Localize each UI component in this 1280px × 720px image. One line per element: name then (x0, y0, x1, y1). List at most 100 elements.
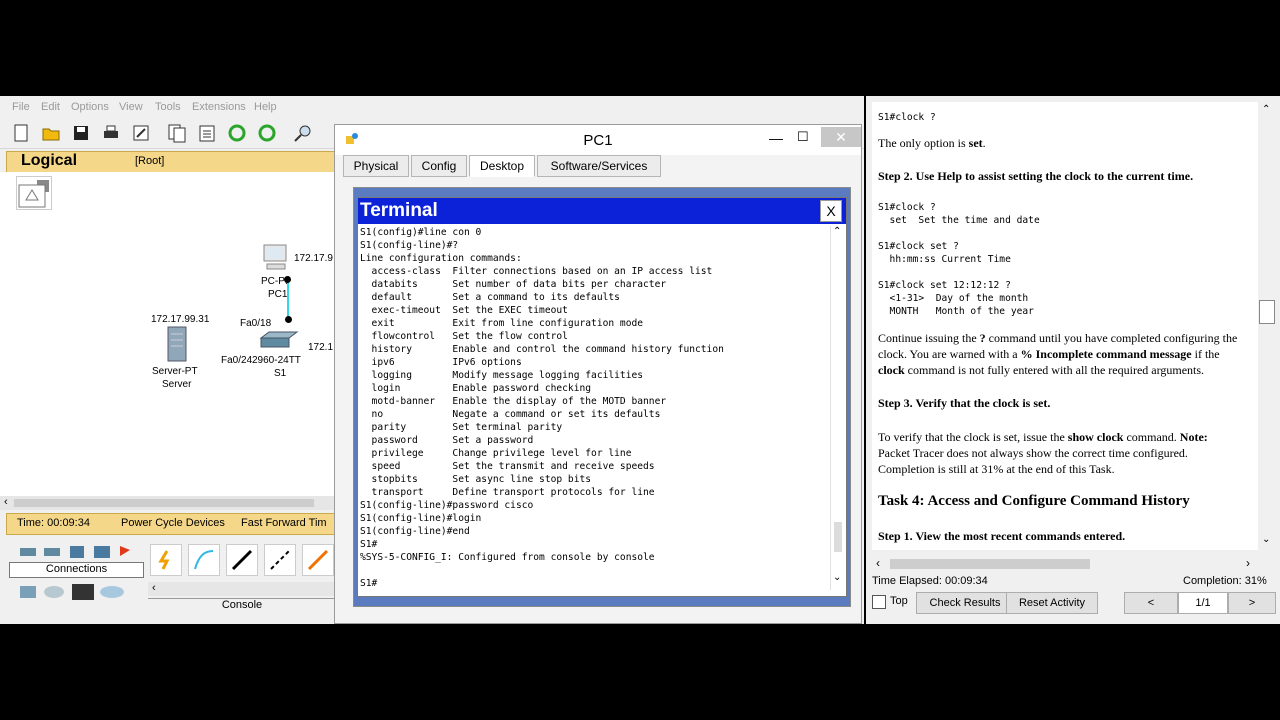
instructions-document: S1#clock ? The only option is set. Step … (872, 102, 1258, 550)
close-window-icon[interactable]: ✕ (821, 127, 861, 147)
terminal-output[interactable]: S1(config)#line con 0 S1(config-line)#? … (360, 226, 828, 590)
logical-bar: Logical [Root] (6, 151, 338, 173)
menu-bar: File Edit Options View Tools Extensions … (0, 96, 864, 118)
scrollbar-thumb[interactable] (14, 499, 314, 507)
auto-connection-icon[interactable] (150, 544, 182, 576)
link-endpoint-switch (285, 316, 292, 323)
print-icon[interactable] (100, 122, 122, 144)
previous-page-button[interactable]: < (1124, 592, 1178, 614)
step3-heading: Step 3. Verify that the clock is set. (878, 396, 1051, 410)
text-part: command is not fully entered with all th… (904, 363, 1205, 377)
scrollbar-thumb[interactable] (1259, 300, 1275, 324)
server-type-label: Server-PT (152, 366, 198, 377)
scroll-down-arrow-icon[interactable]: ⌄ (1262, 534, 1270, 545)
instructions-vertical-scrollbar[interactable]: ⌃ ⌄ (1258, 102, 1275, 550)
logical-view-label[interactable]: Logical (21, 152, 77, 170)
scroll-down-arrow-icon[interactable]: ⌄ (833, 572, 841, 583)
crossover-cable-icon[interactable] (264, 544, 296, 576)
terminal-vertical-scrollbar[interactable]: ⌃ ⌄ (830, 226, 845, 590)
logical-workspace[interactable]: 172.17.9 PC-Pt PC1 Fa0/18 172.17.99.31 S… (0, 172, 334, 496)
connections-scrollbar[interactable]: ‹ (148, 582, 336, 596)
cmd-line: S1#clock set ? (878, 241, 959, 252)
fiber-cable-icon[interactable] (302, 544, 334, 576)
scroll-left-arrow-icon[interactable]: ‹ (152, 582, 156, 594)
scrollbar-thumb[interactable] (890, 559, 1090, 569)
time-elapsed: Time Elapsed: 00:09:34 (872, 575, 988, 587)
server-name-label: Server (162, 379, 192, 390)
cmd-line: <1-31> Day of the month (878, 293, 1029, 304)
text-part: Continue issuing the (878, 331, 980, 345)
menu-edit[interactable]: Edit (41, 101, 60, 113)
instruction-text: Packet Tracer does not always show the c… (878, 446, 1188, 460)
paste-icon[interactable] (196, 122, 218, 144)
text-part-bold: set (968, 136, 983, 150)
copy-icon[interactable] (166, 122, 188, 144)
workspace-horizontal-scrollbar[interactable]: ‹ (0, 496, 334, 510)
text-part: command. (1123, 430, 1180, 444)
maximize-icon[interactable]: ☐ (797, 129, 809, 145)
fast-forward-time-button[interactable]: Fast Forward Tim (241, 517, 327, 529)
power-cycle-devices-button[interactable]: Power Cycle Devices (121, 517, 225, 529)
check-results-button[interactable]: Check Results (916, 592, 1014, 614)
pc1-title-bar[interactable]: PC1 — ☐ ✕ (335, 125, 861, 155)
link-endpoint-pc (284, 276, 291, 283)
scroll-up-arrow-icon[interactable]: ⌃ (833, 226, 841, 237)
device-category-icons (16, 542, 136, 560)
straight-through-cable-icon[interactable] (226, 544, 258, 576)
menu-options[interactable]: Options (71, 101, 109, 113)
instruction-text: clock command is not fully entered with … (878, 363, 1204, 378)
open-folder-icon[interactable] (40, 122, 62, 144)
text-part: To verify that the clock is set, issue t… (878, 430, 1068, 444)
root-label: [Root] (135, 155, 165, 167)
terminal-title-bar[interactable]: Terminal X (358, 198, 846, 224)
menu-help[interactable]: Help (254, 101, 277, 113)
minimize-icon[interactable]: — (769, 130, 783, 146)
reset-activity-button[interactable]: Reset Activity (1006, 592, 1098, 614)
tab-config[interactable]: Config (411, 155, 467, 177)
connections-label: Connections (9, 562, 144, 578)
pc-ip-label: 172.17.9 (294, 253, 333, 264)
scroll-left-arrow-icon[interactable]: ‹ (4, 496, 8, 508)
pc-icon[interactable] (262, 244, 290, 272)
scroll-left-arrow-icon[interactable]: ‹ (876, 556, 880, 570)
top-label: Top (890, 595, 908, 607)
switch-icon[interactable] (259, 330, 299, 350)
undo-icon[interactable] (226, 122, 248, 144)
tab-software-services[interactable]: Software/Services (537, 155, 661, 177)
status-row: Time Elapsed: 00:09:34 Completion: 31% (872, 574, 1274, 590)
instruction-text: To verify that the clock is set, issue t… (878, 430, 1208, 445)
new-file-icon[interactable] (10, 122, 32, 144)
save-icon[interactable] (70, 122, 92, 144)
menu-file[interactable]: File (12, 101, 30, 113)
scroll-right-arrow-icon[interactable]: › (1246, 556, 1250, 570)
scroll-up-arrow-icon[interactable]: ⌃ (1262, 104, 1270, 115)
text-part-bold: show clock (1067, 430, 1124, 444)
instructions-horizontal-scrollbar[interactable]: ‹ › (872, 556, 1258, 572)
end-device-icons (16, 582, 136, 602)
switch-ip-label: 172.1 (308, 342, 334, 353)
console-cable-icon[interactable] (188, 544, 220, 576)
scrollbar-thumb[interactable] (834, 522, 842, 552)
cmd-line: set Set the time and date (878, 215, 1040, 226)
tab-physical[interactable]: Physical (343, 155, 409, 177)
realtime-bar: Time: 00:09:34 Power Cycle Devices Fast … (6, 513, 338, 535)
instruction-text: The only option is set. (878, 136, 986, 151)
menu-tools[interactable]: Tools (155, 101, 181, 113)
redo-icon[interactable] (256, 122, 278, 144)
menu-extensions[interactable]: Extensions (192, 101, 246, 113)
tab-desktop[interactable]: Desktop (469, 155, 535, 177)
terminal-close-button[interactable]: X (820, 200, 842, 222)
time-display: Time: 00:09:34 (17, 517, 90, 529)
activity-wizard-icon[interactable] (130, 122, 152, 144)
cmd-line: S1#clock ? (878, 202, 936, 213)
terminal-window: Terminal X S1(config)#line con 0 S1(conf… (357, 197, 847, 597)
menu-view[interactable]: View (119, 101, 143, 113)
top-checkbox[interactable] (872, 595, 886, 609)
cluster-icon[interactable] (16, 176, 52, 210)
cmd-line: hh:mm:ss Current Time (878, 254, 1011, 265)
zoom-in-icon[interactable] (292, 122, 314, 144)
next-page-button[interactable]: > (1228, 592, 1276, 614)
cmd-line: S1#clock set 12:12:12 ? (878, 280, 1011, 291)
server-icon[interactable] (165, 326, 189, 362)
text-part: command until you have completed configu… (985, 331, 1238, 345)
